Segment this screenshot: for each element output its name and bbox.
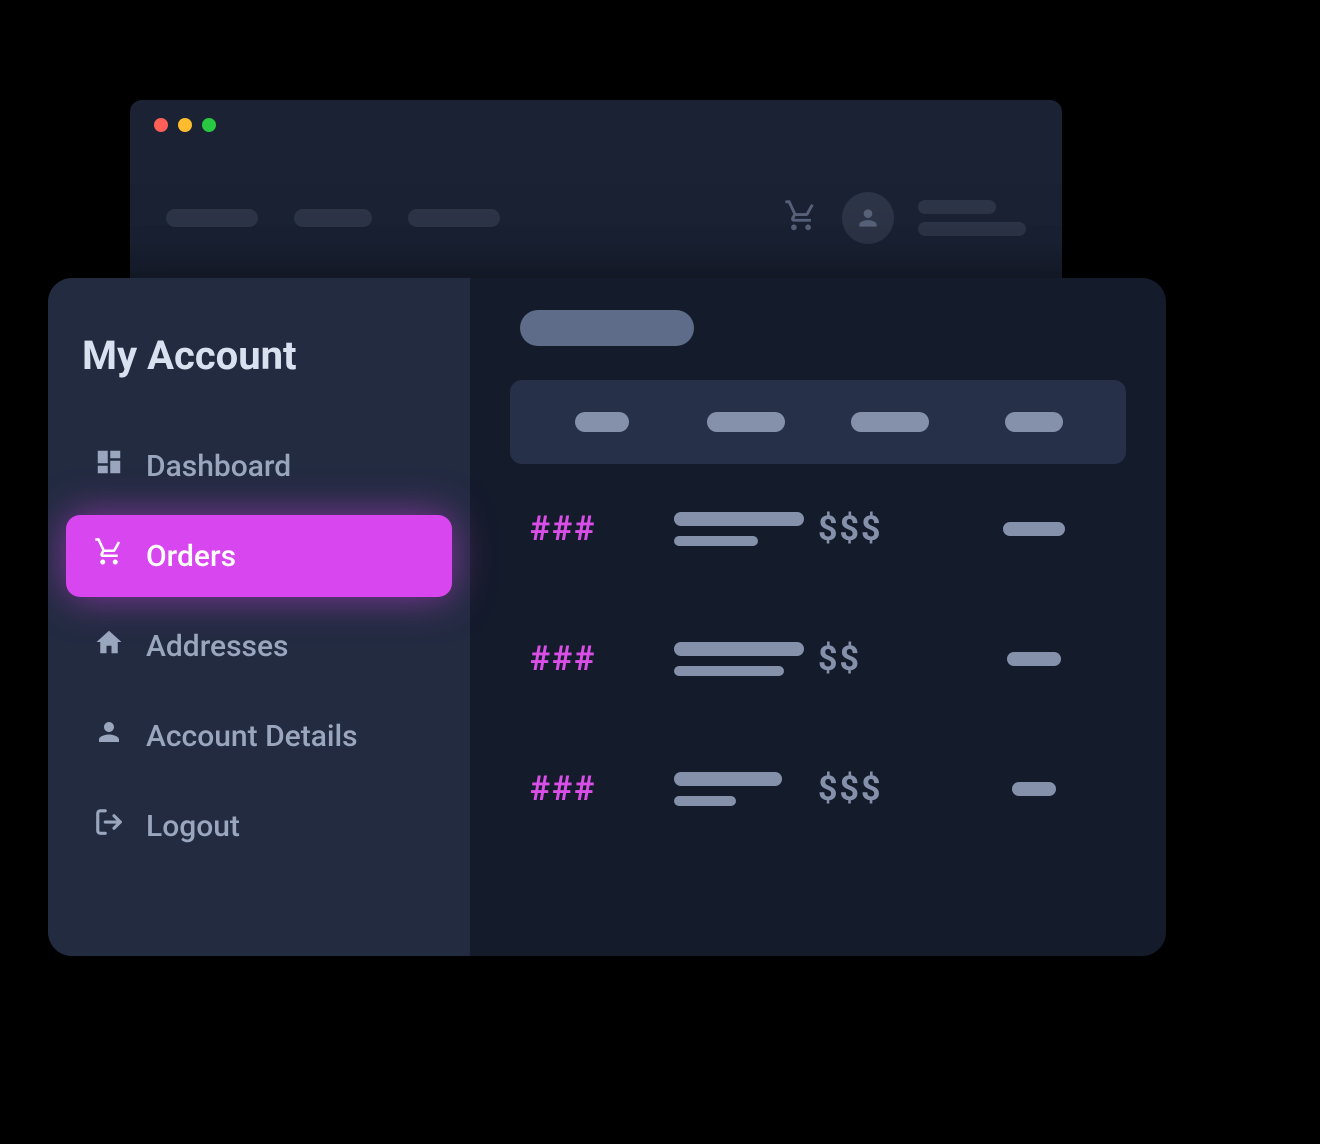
order-desc-placeholder <box>674 796 736 806</box>
order-id: ### <box>530 509 596 549</box>
traffic-light-maximize[interactable] <box>202 118 216 132</box>
th-placeholder <box>707 412 785 432</box>
content-area: ### $$$ ### $$ ### $$$ <box>470 278 1166 956</box>
account-panel: My Account Dashboard Orders Addresses Ac… <box>48 278 1166 956</box>
traffic-lights <box>154 118 216 132</box>
home-icon <box>94 627 124 665</box>
avatar[interactable] <box>842 192 894 244</box>
cart-icon[interactable] <box>784 199 818 237</box>
logout-icon <box>94 807 124 845</box>
sidebar-item-label: Account Details <box>146 719 358 754</box>
sidebar-item-label: Orders <box>146 539 236 574</box>
nav-link-placeholder[interactable] <box>166 209 258 227</box>
sidebar-title: My Account <box>82 332 452 379</box>
sidebar-item-orders[interactable]: Orders <box>66 515 452 597</box>
sidebar-item-label: Addresses <box>146 629 289 664</box>
order-desc-placeholder <box>674 642 804 656</box>
orders-table-row[interactable]: ### $$$ <box>510 724 1126 854</box>
sidebar-item-addresses[interactable]: Addresses <box>66 605 452 687</box>
order-status-placeholder <box>1012 782 1056 796</box>
sidebar-item-account-details[interactable]: Account Details <box>66 695 452 777</box>
user-icon <box>94 717 124 755</box>
cart-icon <box>94 537 124 575</box>
sidebar-item-logout[interactable]: Logout <box>66 785 452 867</box>
orders-table-header <box>510 380 1126 464</box>
order-desc-placeholder <box>674 772 782 786</box>
content-heading-placeholder <box>520 310 694 346</box>
order-id: ### <box>530 639 596 679</box>
order-desc-placeholder <box>674 666 784 676</box>
orders-table-row[interactable]: ### $$ <box>510 594 1126 724</box>
order-id: ### <box>530 769 596 809</box>
site-nav <box>166 192 1026 244</box>
order-amount: $$$ <box>818 509 883 549</box>
th-placeholder <box>1005 412 1063 432</box>
order-status-placeholder <box>1007 652 1061 666</box>
dashboard-icon <box>94 447 124 485</box>
order-desc-placeholder <box>674 536 758 546</box>
orders-table-row[interactable]: ### $$$ <box>510 464 1126 594</box>
sidebar-item-label: Logout <box>146 809 240 844</box>
traffic-light-close[interactable] <box>154 118 168 132</box>
traffic-light-minimize[interactable] <box>178 118 192 132</box>
sidebar-item-label: Dashboard <box>146 449 291 484</box>
order-amount: $$ <box>818 639 861 679</box>
th-placeholder <box>575 412 629 432</box>
user-name-placeholder <box>918 200 1026 236</box>
sidebar-item-dashboard[interactable]: Dashboard <box>66 425 452 507</box>
nav-link-placeholder[interactable] <box>408 209 500 227</box>
order-amount: $$$ <box>818 769 883 809</box>
sidebar: My Account Dashboard Orders Addresses Ac… <box>48 278 470 956</box>
order-desc-placeholder <box>674 512 804 526</box>
nav-links <box>166 209 500 227</box>
order-status-placeholder <box>1003 522 1065 536</box>
th-placeholder <box>851 412 929 432</box>
nav-link-placeholder[interactable] <box>294 209 372 227</box>
